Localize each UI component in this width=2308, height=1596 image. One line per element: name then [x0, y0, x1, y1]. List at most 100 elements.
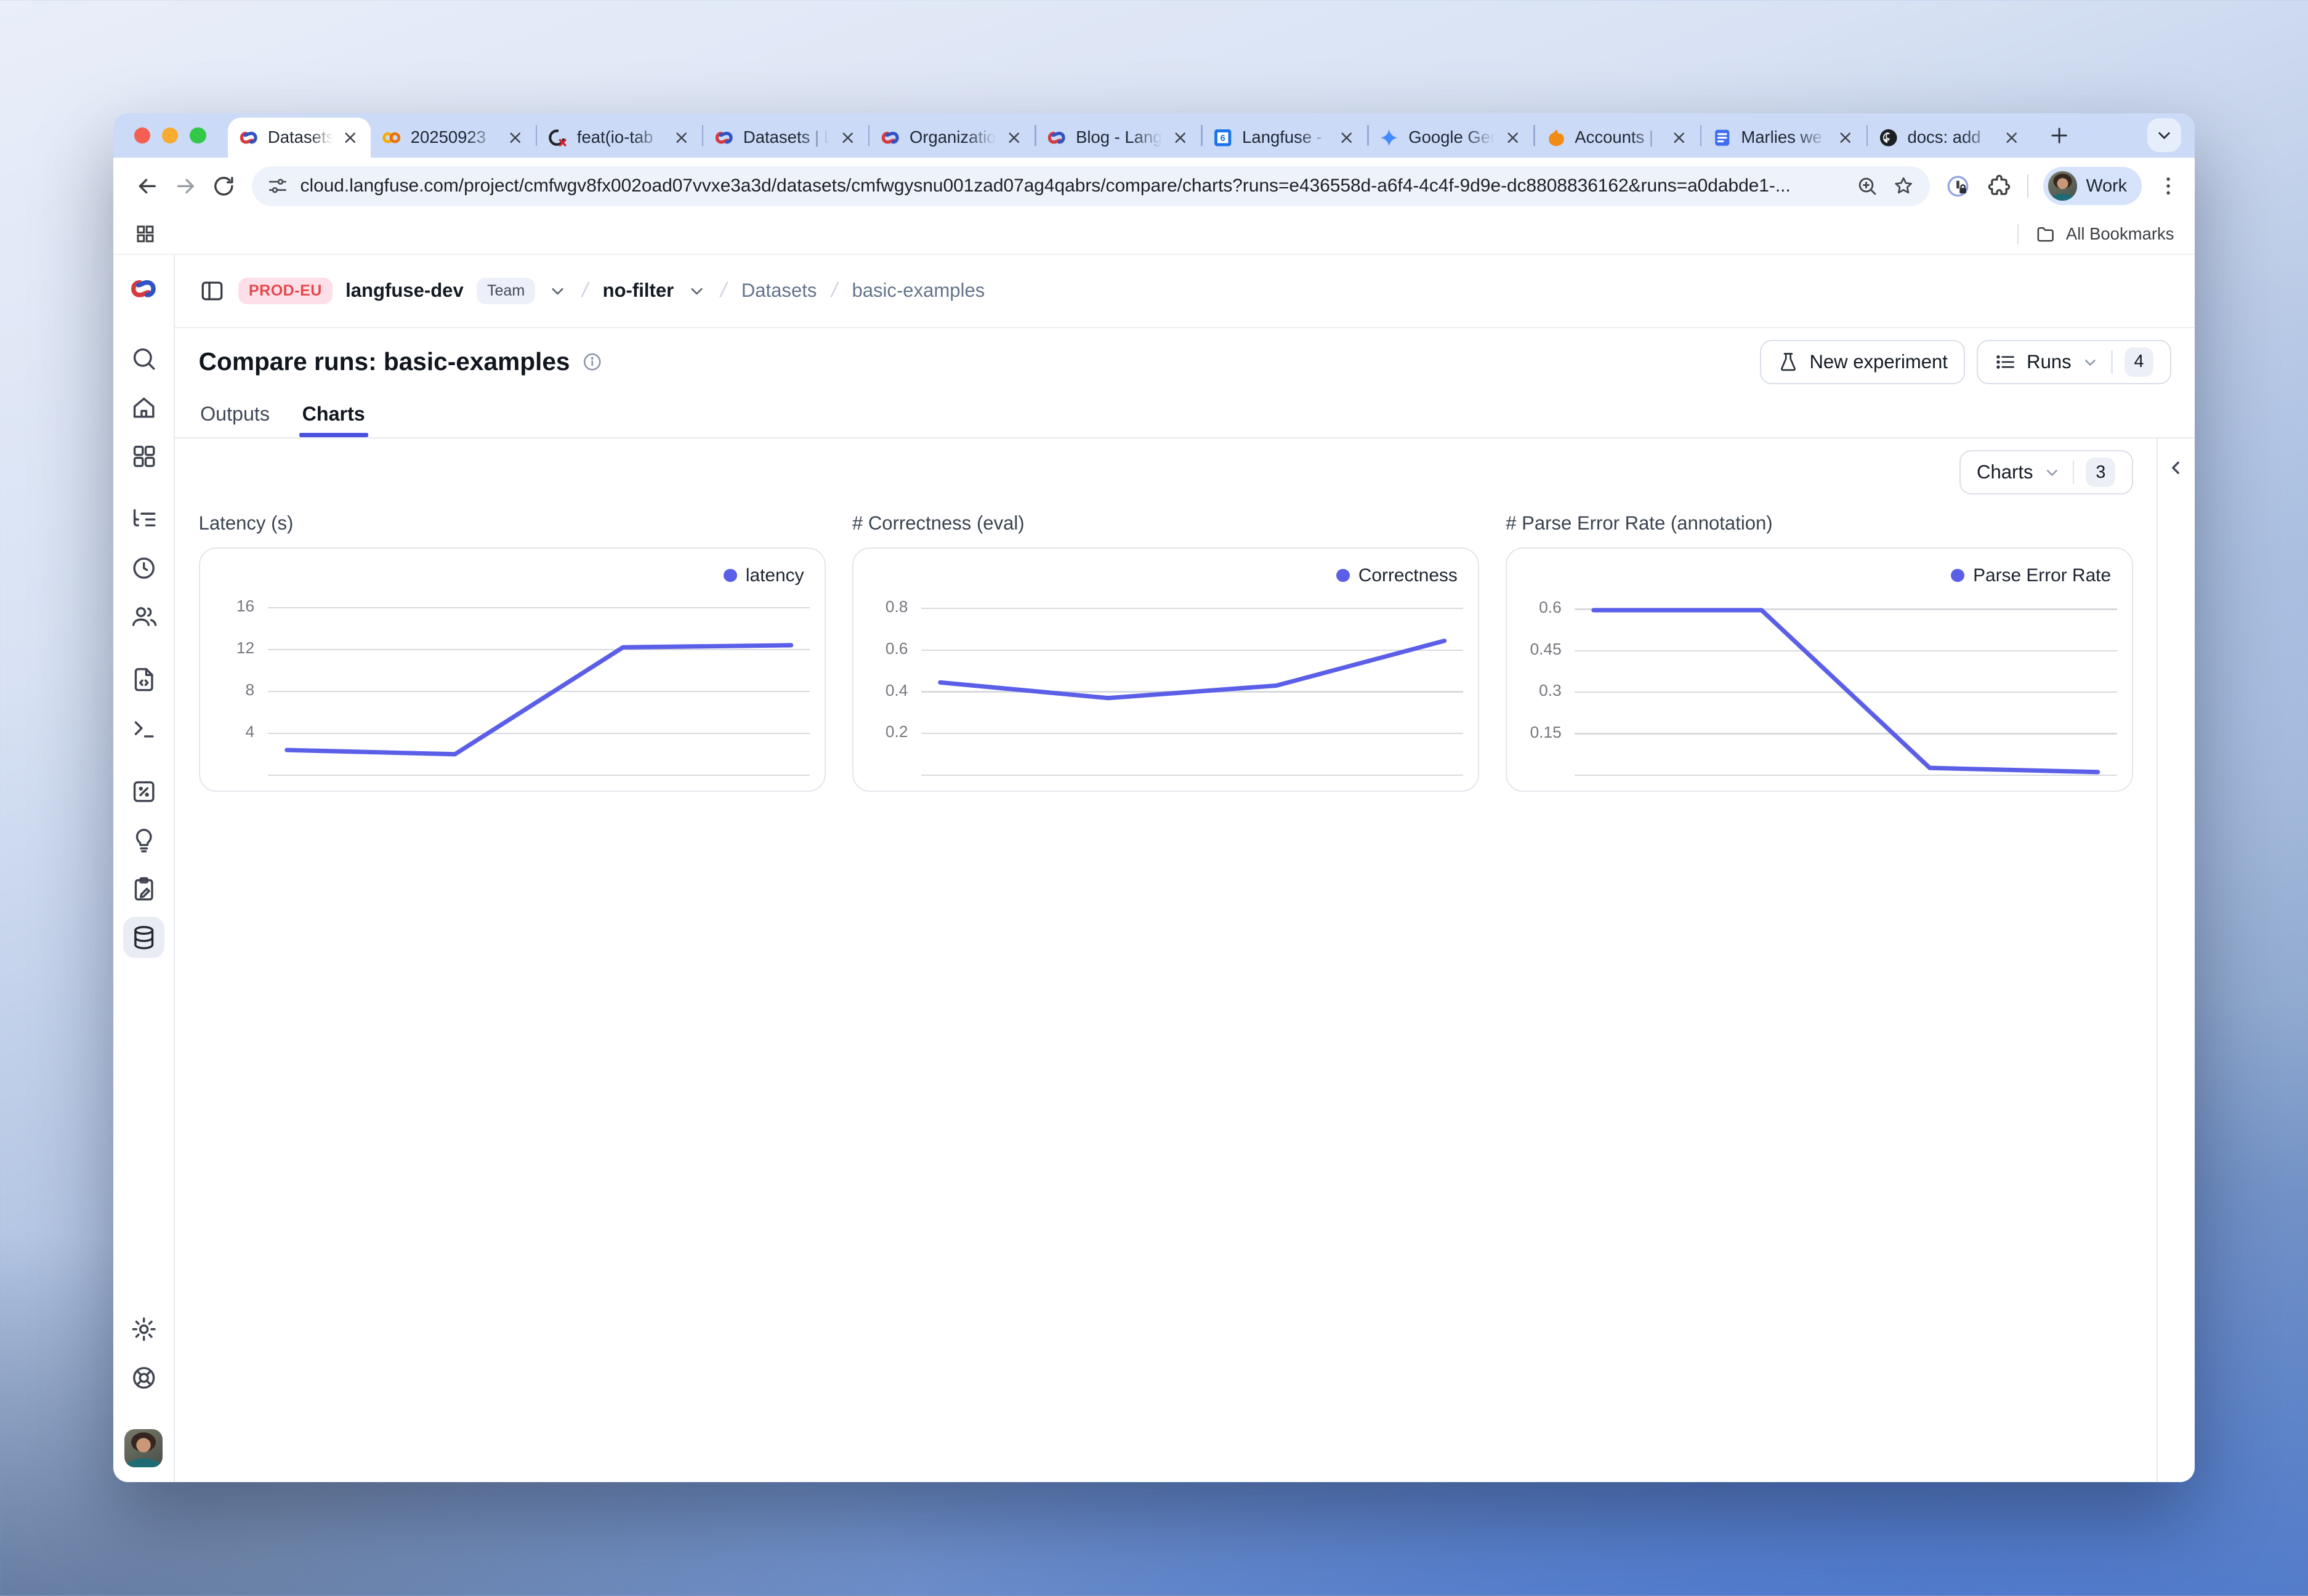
browser-tab[interactable]: feat(io-tab — [537, 118, 702, 158]
tab-close-button[interactable] — [2001, 127, 2022, 148]
search-icon — [130, 345, 158, 373]
close-icon — [1835, 127, 1855, 148]
breadcrumb-datasets-link[interactable]: Datasets — [741, 280, 817, 302]
charts-selector-button[interactable]: Charts 3 — [1959, 450, 2133, 494]
bookmark-star-icon[interactable] — [1892, 174, 1915, 198]
close-icon — [671, 127, 692, 148]
sidebar-item-support[interactable] — [123, 1357, 164, 1398]
tab-close-button[interactable] — [671, 127, 692, 148]
breadcrumb-dataset-name[interactable]: basic-examples — [852, 280, 985, 302]
omnibox[interactable]: cloud.langfuse.com/project/cmfwgv8fx002o… — [252, 166, 1931, 206]
gemini-favicon — [1379, 127, 1399, 148]
runs-selector-button[interactable]: Runs 4 — [1977, 340, 2171, 384]
gear-icon — [130, 1315, 158, 1343]
browser-tab[interactable]: Datasets | L — [228, 118, 371, 158]
back-button[interactable] — [128, 167, 166, 205]
browser-menu-icon[interactable] — [2157, 174, 2180, 198]
profile-chip[interactable]: Work — [2043, 167, 2142, 205]
collapse-panel-chevron-icon[interactable] — [2166, 457, 2186, 478]
browser-tab[interactable]: Datasets | L — [703, 118, 868, 158]
chevron-down-icon[interactable] — [687, 281, 706, 300]
tab-close-button[interactable] — [340, 127, 360, 148]
sidebar-item-insights[interactable] — [123, 820, 164, 861]
tab-search-button[interactable] — [2147, 118, 2181, 152]
tab-charts[interactable]: Charts — [302, 403, 365, 437]
tab-close-button[interactable] — [505, 127, 525, 148]
github-pr-favicon — [547, 127, 568, 148]
close-icon — [1503, 127, 1523, 148]
sidebar-item-settings[interactable] — [123, 1308, 164, 1350]
sidebar-item-dashboards[interactable] — [123, 435, 164, 477]
calendar-favicon: 6 — [1213, 127, 1233, 148]
info-icon[interactable] — [582, 352, 602, 372]
user-avatar[interactable] — [124, 1429, 163, 1467]
tab-title: Google Ger — [1408, 127, 1498, 147]
password-manager-icon[interactable] — [1945, 173, 1971, 200]
sidebar-item-sessions[interactable] — [123, 547, 164, 589]
chart-title: # Correctness (eval) — [852, 512, 1479, 534]
sidebar-bottom — [123, 1308, 164, 1467]
reload-button[interactable] — [204, 167, 243, 205]
tab-close-button[interactable] — [1336, 127, 1357, 148]
tab-title: Marlies we — [1741, 127, 1831, 147]
zoom-icon[interactable] — [1855, 174, 1879, 198]
browser-tab[interactable]: Blog - Lang — [1036, 118, 1201, 158]
close-window-button[interactable] — [134, 127, 150, 143]
legend-label: Parse Error Rate — [1973, 565, 2111, 586]
browser-tab[interactable]: 20250923 — [371, 118, 536, 158]
sidebar-item-users[interactable] — [123, 596, 164, 637]
tab-close-button[interactable] — [1835, 127, 1855, 148]
sidebar-item-tracing[interactable] — [123, 499, 164, 540]
sidebar-item-home[interactable] — [123, 387, 164, 429]
org-name[interactable]: langfuse-dev — [345, 280, 464, 302]
apps-grid-icon[interactable] — [134, 223, 156, 245]
sidebar-item-playground[interactable] — [123, 708, 164, 749]
chart: # Parse Error Rate (annotation) Parse Er… — [1506, 506, 2132, 792]
browser-toolbar: cloud.langfuse.com/project/cmfwgv8fx002o… — [113, 158, 2195, 215]
y-tick-label: 4 — [246, 722, 255, 741]
legend-label: Correctness — [1358, 565, 1458, 586]
tab-close-button[interactable] — [1669, 127, 1689, 148]
tab-close-button[interactable] — [1004, 127, 1024, 148]
y-tick-label: 0.3 — [1539, 681, 1562, 700]
sidebar-item-datasets[interactable] — [123, 917, 164, 958]
browser-tab[interactable]: docs: add — [1868, 118, 2033, 158]
browser-tab[interactable]: Organizatio — [870, 118, 1035, 158]
browser-tab[interactable]: Accounts | — [1535, 118, 1700, 158]
minimize-window-button[interactable] — [162, 127, 178, 143]
home-icon — [130, 393, 158, 421]
chevron-down-icon[interactable] — [548, 281, 567, 300]
browser-tab[interactable]: 6Langfuse - — [1203, 118, 1368, 158]
sidebar-item-evaluators[interactable] — [123, 771, 164, 812]
legend-dot — [724, 569, 737, 582]
new-tab-button[interactable] — [2043, 119, 2075, 152]
sidebar-item-annotation-queues[interactable] — [123, 868, 164, 909]
tab-title: feat(io-tab — [577, 127, 667, 147]
y-tick-label: 0.6 — [886, 639, 908, 658]
close-icon — [1170, 127, 1190, 148]
tab-close-button[interactable] — [837, 127, 858, 148]
sidebar-item-prompts[interactable] — [123, 659, 164, 701]
line-series — [1575, 599, 2116, 776]
new-experiment-button[interactable]: New experiment — [1760, 340, 1966, 384]
tab-title: Organizatio — [910, 127, 999, 147]
forward-button[interactable] — [166, 167, 204, 205]
browser-tab[interactable]: Marlies we — [1701, 118, 1866, 158]
tab-close-button[interactable] — [1170, 127, 1190, 148]
all-bookmarks[interactable]: All Bookmarks — [2017, 224, 2174, 244]
line-series — [921, 599, 1463, 776]
project-name[interactable]: no-filter — [603, 280, 674, 302]
sidebar-toggle-icon[interactable] — [199, 278, 225, 304]
y-tick-label: 16 — [236, 597, 254, 616]
bookmarks-bar: All Bookmarks — [113, 215, 2195, 255]
extensions-puzzle-icon[interactable] — [1986, 173, 2012, 200]
zoom-window-button[interactable] — [190, 127, 206, 143]
tab-close-button[interactable] — [1503, 127, 1523, 148]
browser-window: Datasets | L20250923feat(io-tabDatasets … — [113, 113, 2195, 1482]
lightbulb-icon — [130, 826, 158, 854]
tab-outputs[interactable]: Outputs — [200, 403, 270, 437]
browser-tab[interactable]: Google Ger — [1369, 118, 1534, 158]
sidebar-item-search[interactable] — [123, 339, 164, 380]
chart: # Correctness (eval) Correctness 0.20.40… — [852, 506, 1479, 792]
square-percent-icon — [130, 778, 158, 805]
